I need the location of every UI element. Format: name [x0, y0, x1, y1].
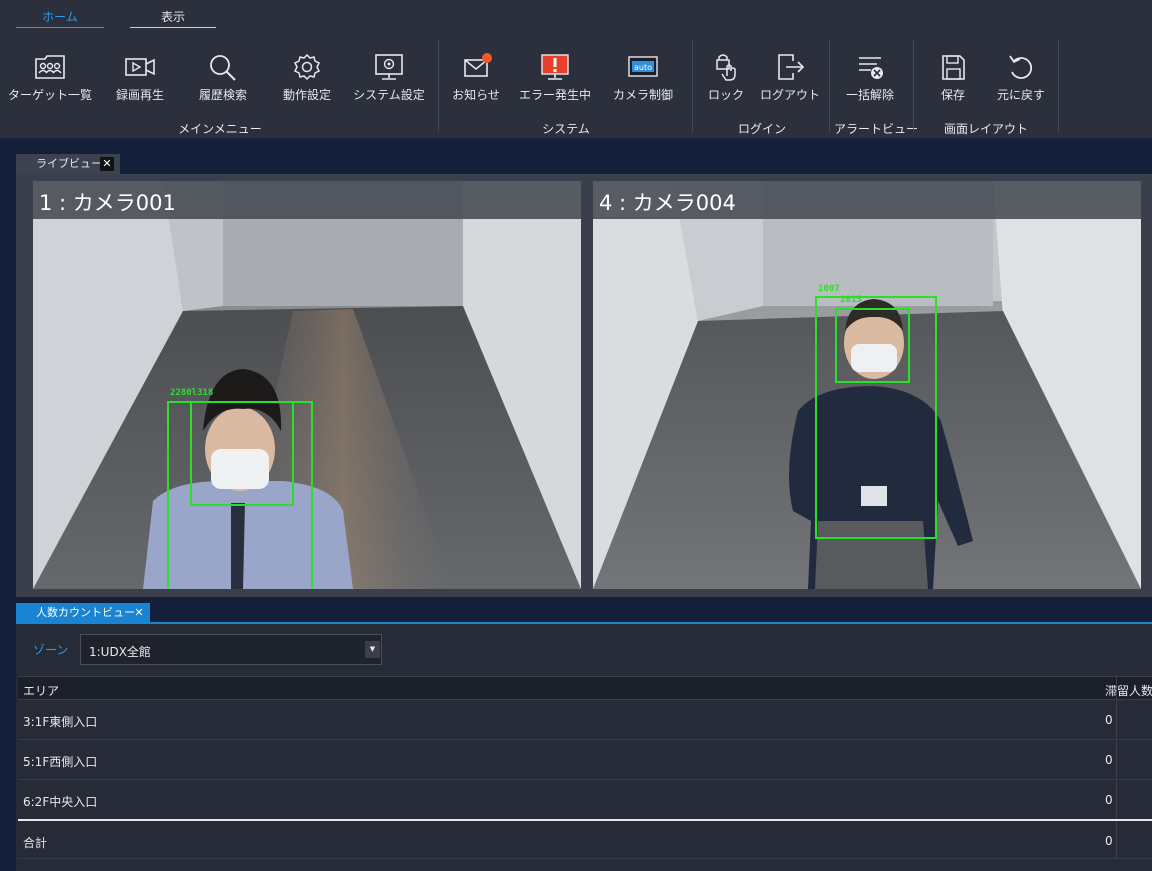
detection-label: 2280l318 [170, 388, 214, 398]
detection-label: 1007 [818, 284, 840, 294]
operation-settings-button[interactable]: 動作設定 [272, 50, 342, 108]
count-cell: 0 [1105, 793, 1113, 807]
camera-auto-badge: auto [634, 63, 652, 72]
logout-icon [756, 52, 824, 86]
tab-view-label: 表示 [160, 10, 185, 24]
lock-button[interactable]: ロック [700, 50, 752, 108]
area-cell: 3:1F東側入口 [23, 715, 98, 729]
count-cell: 0 [1105, 753, 1113, 767]
logout-button[interactable]: ログアウト [756, 50, 824, 108]
camera-view-4[interactable]: 4 : カメラ004 1007 1015 [593, 181, 1141, 589]
save-icon [926, 52, 980, 86]
clear-all-icon [834, 52, 906, 86]
area-cell: 5:1F西側入口 [23, 755, 98, 769]
operation-settings-label: 動作設定 [282, 88, 331, 102]
target-list-label: ターゲット一覧 [7, 88, 92, 102]
area-cell: 6:2F中央入口 [23, 795, 98, 809]
playback-label: 録画再生 [115, 88, 164, 102]
column-header-count[interactable]: 滞留人数 [1105, 682, 1152, 699]
camera-view-1[interactable]: 1 : カメラ001 2280l318 [33, 181, 581, 589]
system-settings-label: システム設定 [353, 88, 425, 102]
undo-layout-button[interactable]: 元に戻す [988, 50, 1054, 108]
group-label-login: ログイン [737, 122, 786, 136]
mail-icon [446, 52, 506, 86]
history-search-label: 履歴検索 [198, 88, 247, 102]
save-layout-button[interactable]: 保存 [926, 50, 980, 108]
playback-button[interactable]: 録画再生 [106, 50, 174, 108]
system-settings-icon [350, 52, 428, 86]
system-settings-button[interactable]: システム設定 [350, 50, 428, 108]
tab-live-view[interactable]: ライブビュー ✕ [16, 154, 120, 174]
error-status-button[interactable]: エラー発生中 [514, 50, 596, 108]
close-icon[interactable]: ✕ [100, 157, 114, 171]
lock-icon [700, 52, 752, 86]
camera-4-title-bar: 4 : カメラ004 [593, 181, 1141, 219]
group-label-main-menu: メインメニュー [178, 122, 262, 136]
search-icon [188, 52, 258, 86]
total-count: 0 [1105, 834, 1113, 848]
close-icon[interactable]: ✕ [132, 606, 146, 620]
notice-button[interactable]: お知らせ [446, 50, 506, 108]
notice-label: お知らせ [452, 88, 500, 102]
column-header-area[interactable]: エリア [23, 682, 59, 699]
error-status-label: エラー発生中 [518, 88, 591, 102]
table-row[interactable]: 5:1F西側入口 0 [18, 740, 1152, 780]
people-count-tab-label: 人数カウントビュー [36, 606, 135, 619]
detection-box-face [190, 401, 294, 506]
playback-icon [106, 52, 174, 86]
clear-all-label: 一括解除 [845, 88, 894, 102]
group-label-system: システム [542, 122, 590, 136]
detection-label: 1015 [840, 295, 862, 305]
logout-label: ログアウト [759, 88, 820, 102]
table-header: エリア 滞留人数 [18, 676, 1152, 700]
lock-label: ロック [707, 88, 744, 102]
zone-select[interactable]: 1:UDX全館 ▼ [80, 634, 382, 665]
ribbon-separator [438, 40, 439, 132]
camera-1-title-bar: 1 : カメラ001 [33, 181, 581, 219]
table-row[interactable]: 6:2F中央入口 0 [18, 780, 1152, 820]
tab-home[interactable]: ホーム [16, 8, 104, 28]
undo-icon [988, 52, 1054, 86]
ribbon-separator [692, 40, 693, 132]
save-layout-label: 保存 [940, 88, 965, 102]
group-label-alert-view: アラートビュー [834, 122, 919, 136]
zone-label: ゾーン [33, 643, 69, 657]
ribbon-toolbar: ホーム 表示 ターゲット一覧 録画再生 履歴検索 動作設定 システム設定 メイン… [0, 0, 1152, 138]
camera-control-button[interactable]: auto カメラ制御 [606, 50, 680, 108]
clear-all-button[interactable]: 一括解除 [834, 50, 906, 108]
camera-control-label: カメラ制御 [612, 88, 673, 102]
target-list-icon [6, 52, 94, 86]
ribbon-separator [1058, 40, 1059, 132]
ribbon-separator [829, 40, 830, 132]
group-label-screen-layout: 画面レイアウト [943, 122, 1028, 136]
count-cell: 0 [1105, 713, 1113, 727]
camera-1-title: 1 : カメラ001 [39, 191, 176, 215]
ribbon-separator [913, 40, 914, 132]
live-view-tab-label: ライブビュー [36, 157, 102, 170]
table-total-row: 合計 0 [18, 819, 1152, 859]
detection-box-face [835, 308, 910, 383]
target-list-button[interactable]: ターゲット一覧 [6, 50, 94, 108]
total-label: 合計 [23, 836, 48, 850]
tab-home-label: ホーム [42, 10, 78, 24]
history-search-button[interactable]: 履歴検索 [188, 50, 258, 108]
undo-layout-label: 元に戻す [996, 88, 1045, 102]
zone-select-value: 1:UDX全館 [89, 645, 151, 659]
chevron-down-icon[interactable]: ▼ [365, 641, 380, 658]
tab-view[interactable]: 表示 [130, 8, 216, 28]
tab-people-count-view[interactable]: 人数カウントビュー ✕ [16, 603, 150, 623]
camera-4-title: 4 : カメラ004 [599, 191, 736, 215]
error-monitor-icon [514, 52, 596, 86]
table-row[interactable]: 3:1F東側入口 0 [18, 700, 1152, 740]
gear-icon [272, 52, 342, 86]
camera-control-icon: auto [606, 52, 680, 86]
